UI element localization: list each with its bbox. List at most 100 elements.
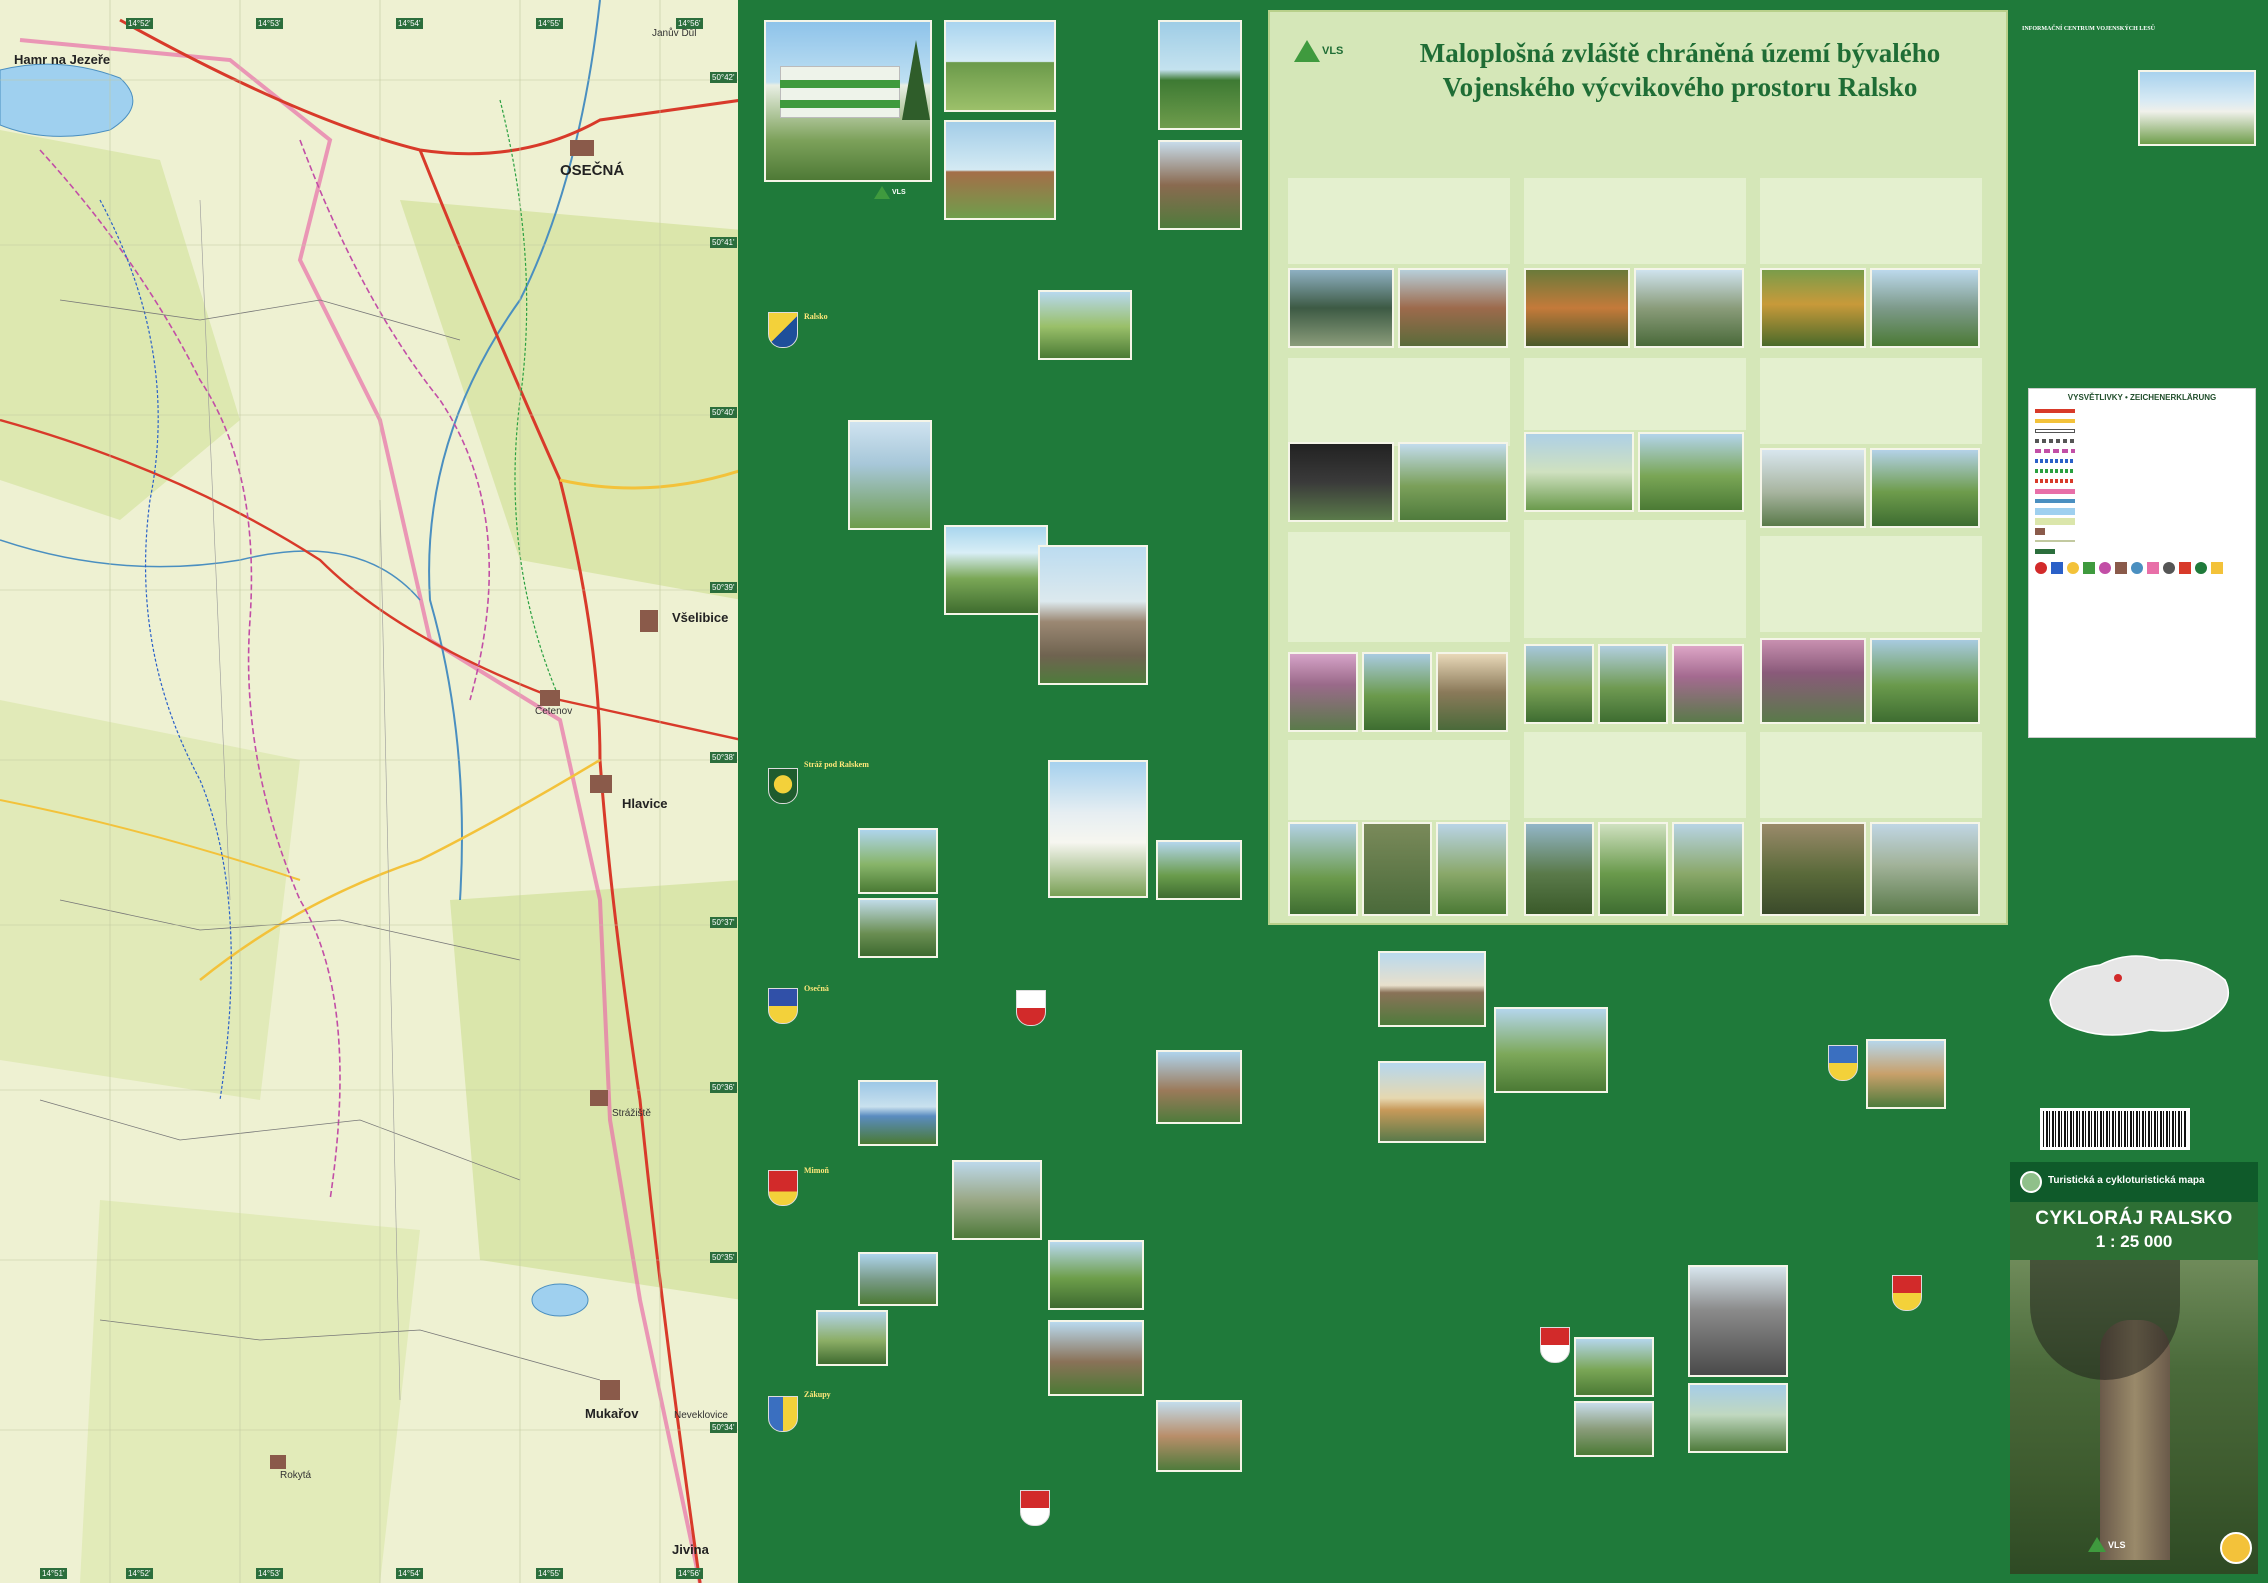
vls-logo: VLS [1294, 40, 1343, 62]
crest-ralsko-icon [768, 312, 798, 348]
section-title-straz: Stráž pod Ralskem [804, 760, 869, 769]
photo-reserve-clearing [1672, 822, 1744, 916]
section-title-osecna: Osečná [804, 984, 829, 993]
photo-information-centre-building [764, 20, 932, 182]
photo-history-farm [1378, 951, 1486, 1027]
photo-history-chateau [1378, 1061, 1486, 1143]
photo-reserve-moss [1760, 268, 1866, 348]
barcode [2040, 1108, 2190, 1150]
reserve-box-2 [1288, 358, 1510, 446]
cover-subtitle: Turistická a cykloturistická mapa [2048, 1175, 2205, 1186]
legend-symbol-grid [2029, 556, 2255, 580]
grid-label-top-2: 14°53' [256, 18, 283, 29]
legend-row [2029, 416, 2255, 426]
ralsko-text-a [804, 324, 936, 404]
czech-locator-map [2040, 940, 2240, 1050]
photo-bird [1288, 442, 1394, 522]
legend-row [2029, 536, 2255, 546]
crest-dubnica-icon [1016, 990, 1046, 1026]
history-panel [1268, 935, 2008, 1575]
section-title-mimon: Mimoň [804, 1166, 829, 1175]
legend-row [2029, 466, 2255, 476]
straz-text-b [944, 760, 1040, 960]
towns-panel: VLS Ralsko Stráž pod Ralskem Osečná Mimo… [748, 0, 1260, 1583]
map-legend: VYSVĚTLIVKY • ZEICHENERKLÄRUNG [2028, 388, 2256, 738]
photo-reserve-summit [1870, 268, 1980, 348]
map-sheet: Hamr na Jezeře Janův Důl OSEČNÁ Všelibic… [0, 0, 2268, 1583]
mimon-text-c [1154, 1240, 1246, 1390]
grid-label-top-5: 14°56' [676, 18, 703, 29]
crest-osecna-icon [768, 988, 798, 1024]
grid-label-side-8: 50°35' [710, 1252, 737, 1263]
photo-bezdez-hill [1688, 1383, 1788, 1453]
photo-reserve-blossom [1760, 638, 1866, 724]
photo-flower [1672, 644, 1744, 724]
town-janov-dul: Janův Důl [652, 28, 697, 39]
photo-reserve-glade [1436, 822, 1508, 916]
photo-reserve-grove [1598, 644, 1668, 724]
cover-scale: 1 : 25 000 [2095, 1232, 2173, 1251]
legend-row [2029, 436, 2255, 446]
grid-label-top-3: 14°54' [396, 18, 423, 29]
reserve-box-9 [1760, 178, 1982, 264]
zakupy-text-b [952, 1320, 1044, 1570]
legend-row [2029, 426, 2255, 436]
photo-chateau [944, 120, 1056, 220]
reserve-box-5 [1524, 178, 1746, 264]
grid-label-side-6: 50°37' [710, 917, 737, 928]
cover-badge-icon [2020, 1171, 2042, 1193]
legend-row [2029, 456, 2255, 466]
grid-label-top-4: 14°55' [536, 18, 563, 29]
cover-band: Turistická a cykloturistická mapa [2010, 1162, 2258, 1202]
history-col-5 [1726, 943, 1826, 1263]
protected-areas-panel: VLS Maloplošná zvláště chráněná území bý… [1268, 10, 2008, 925]
photo-mimon-trees [1048, 1240, 1144, 1310]
photo-osecna-pond [858, 1080, 938, 1146]
crest-kurivody-icon [1540, 1327, 1570, 1363]
legend-title: VYSVĚTLIVKY • ZEICHENERKLÄRUNG [2067, 393, 2217, 402]
legend-row [2029, 506, 2255, 516]
mimon-text-b [952, 1246, 1044, 1316]
text-column-4 [1154, 240, 1246, 680]
legend-row [2029, 476, 2255, 486]
reserve-box-7 [1524, 520, 1746, 638]
info-centre-heading: INFORMAČNÍ CENTRUM VOJENSKÝCH LESŮ [2022, 26, 2155, 32]
legend-row [2029, 486, 2255, 496]
town-cetenov: Četenov [535, 706, 573, 717]
town-osecna: OSEČNÁ [560, 162, 625, 179]
photo-reserve-woods [1362, 822, 1432, 916]
czech-outline-icon [2049, 955, 2230, 1036]
photo-reserve-outcrop [1870, 822, 1980, 916]
photo-reserve-meadow [1524, 432, 1634, 512]
history-col-5b [1794, 1265, 1888, 1555]
cover-title: CYKLORÁJ RALSKO [2035, 1208, 2233, 1229]
photo-reserve-birch [1598, 822, 1668, 916]
grid-label-side-3: 50°40' [710, 407, 737, 418]
town-jivina: Jivina [672, 1542, 709, 1557]
photo-osecna-village [1156, 840, 1242, 900]
topographic-map[interactable]: Hamr na Jezeře Janův Důl OSEČNÁ Všelibic… [0, 0, 742, 1583]
photo-dubnica [1156, 1050, 1242, 1124]
history-col-6a [1832, 943, 2002, 1033]
reserve-box-6 [1524, 358, 1746, 430]
grid-label-side-1: 50°42' [710, 72, 737, 83]
photo-reserve-heath [1398, 268, 1508, 348]
grid-label-side-2: 50°41' [710, 237, 737, 248]
photo-reserve-swamp [1288, 268, 1394, 348]
grid-label-bottom-4: 14°54' [396, 1568, 423, 1579]
photo-church-osecna [1048, 760, 1148, 898]
crest-bezdez-icon [1892, 1275, 1922, 1311]
photo-gothic-church [1688, 1265, 1788, 1377]
town-neveklovice: Neveklovice [674, 1410, 728, 1421]
reverse-publisher-text [2030, 745, 2256, 935]
reserve-box-4 [1288, 740, 1510, 820]
photo-zakupy-chateau [1048, 1320, 1144, 1396]
cover-vls-logo: VLS [2088, 1537, 2126, 1552]
photo-reserve-stream [1524, 822, 1594, 916]
grid-label-side-9: 50°34' [710, 1422, 737, 1433]
cover-stamp-icon [2220, 1532, 2252, 1564]
history-col-6b [1832, 1113, 2002, 1263]
reserve-box-8 [1524, 732, 1746, 818]
section-title-zakupy: Zákupy [804, 1390, 831, 1399]
reserve-box-12 [1760, 732, 1982, 818]
